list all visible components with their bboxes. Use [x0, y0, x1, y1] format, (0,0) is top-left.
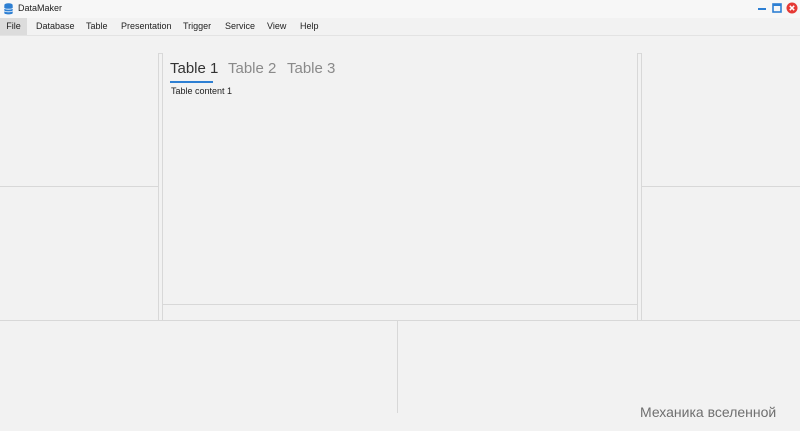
- menu-trigger[interactable]: Trigger: [183, 18, 211, 35]
- menu-file[interactable]: File: [0, 18, 27, 35]
- tab-table-3[interactable]: Table 3: [287, 60, 335, 77]
- menu-service[interactable]: Service: [225, 18, 255, 35]
- menu-bar: File Database Table Presentation Trigger…: [0, 18, 800, 35]
- menu-view[interactable]: View: [267, 18, 286, 35]
- center-panel: Table 1 Table 2 Table 3 Table content 1: [162, 53, 638, 320]
- left-top-panel: [0, 53, 159, 187]
- window-title: DataMaker: [18, 3, 63, 13]
- bottom-right-panel: [399, 321, 800, 413]
- center-footer-divider: [163, 304, 637, 305]
- active-tab-indicator: [170, 81, 213, 83]
- menu-table[interactable]: Table: [86, 18, 108, 35]
- right-top-panel: [641, 53, 800, 187]
- minimize-icon[interactable]: [756, 2, 768, 14]
- left-bottom-panel: [0, 187, 159, 320]
- table-content: Table content 1: [171, 86, 233, 96]
- watermark-text: Механика вселенной: [640, 404, 777, 420]
- bottom-area: [0, 320, 800, 415]
- bottom-left-panel: [0, 321, 398, 413]
- tab-table-2[interactable]: Table 2: [228, 60, 276, 77]
- database-icon: [4, 3, 13, 15]
- menu-help[interactable]: Help: [300, 18, 319, 35]
- menu-presentation[interactable]: Presentation: [121, 18, 172, 35]
- toolbar: [0, 35, 800, 54]
- title-bar: DataMaker: [0, 0, 800, 18]
- menu-database[interactable]: Database: [36, 18, 75, 35]
- right-bottom-panel: [641, 187, 800, 320]
- tab-table-1[interactable]: Table 1: [170, 60, 218, 77]
- close-icon[interactable]: [786, 2, 798, 14]
- maximize-icon[interactable]: [771, 2, 783, 14]
